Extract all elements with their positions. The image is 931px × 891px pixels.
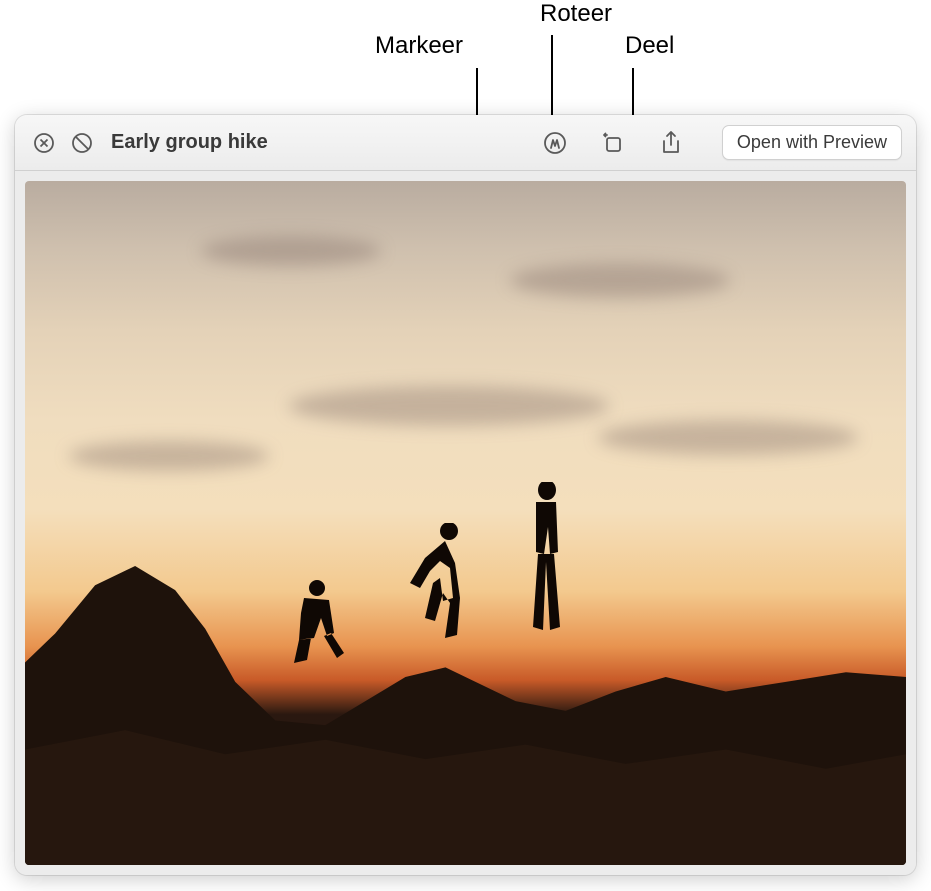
rotate-button[interactable] [596, 126, 630, 160]
open-with-preview-button[interactable]: Open with Preview [722, 125, 902, 160]
toolbar-right: Open with Preview [538, 125, 902, 160]
toolbar-left: Early group hike [29, 128, 528, 158]
callout-rotate-label: Roteer [540, 0, 612, 28]
markup-icon [542, 130, 568, 156]
image-area [15, 171, 916, 875]
person-bending [395, 523, 465, 643]
cloud-decoration [201, 236, 381, 266]
cloud-decoration [510, 263, 730, 298]
quick-look-window: Early group hike Open [15, 115, 916, 875]
markup-button[interactable] [538, 126, 572, 160]
window-toolbar: Early group hike Open [15, 115, 916, 171]
close-icon [33, 132, 55, 154]
callout-labels: Markeer Roteer Deel [0, 0, 931, 115]
person-standing [518, 482, 568, 637]
cloud-decoration [598, 420, 858, 455]
share-icon [659, 130, 683, 156]
preview-image [25, 181, 906, 865]
no-entry-icon [71, 132, 93, 154]
share-button[interactable] [654, 126, 688, 160]
cloud-decoration [289, 386, 609, 426]
cloud-decoration [69, 441, 269, 471]
close-button[interactable] [29, 128, 59, 158]
rock-silhouette [25, 537, 906, 865]
callout-share-label: Deel [625, 32, 674, 60]
callout-markup-label: Markeer [375, 32, 463, 60]
person-sitting [289, 578, 349, 668]
no-entry-button[interactable] [67, 128, 97, 158]
file-title: Early group hike [111, 131, 268, 154]
rotate-icon [600, 130, 626, 156]
